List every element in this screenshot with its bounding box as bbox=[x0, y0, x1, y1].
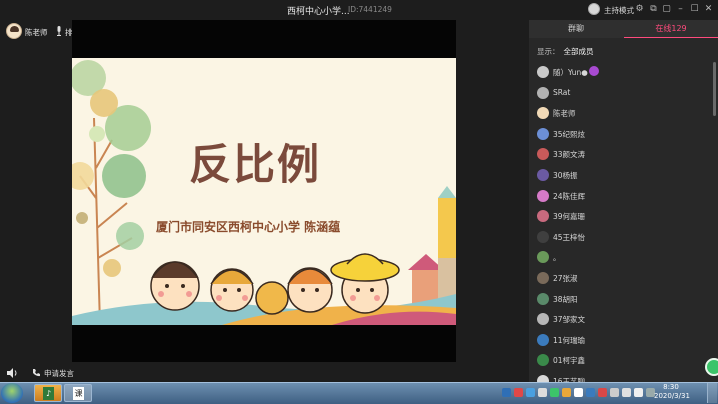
panel-tabs: 群聊 在线129 bbox=[529, 20, 718, 38]
member-name: 。 bbox=[553, 253, 561, 263]
list-item[interactable]: 11何瑞瑜 bbox=[529, 330, 710, 351]
member-name: 01柯宇鑫 bbox=[553, 356, 586, 366]
member-filter[interactable]: 显示： 全部成员 bbox=[537, 46, 594, 57]
list-item[interactable]: 随）Yun● bbox=[529, 62, 710, 83]
clock-time: 8:30 bbox=[663, 383, 679, 391]
volume-icon[interactable] bbox=[634, 388, 643, 397]
floating-assistant-icon[interactable] bbox=[705, 358, 718, 376]
list-item[interactable]: 24陈佳辉 bbox=[529, 186, 710, 207]
clock-date: 2020/3/31 bbox=[654, 392, 690, 400]
network-icon[interactable] bbox=[526, 388, 535, 397]
maximize-icon[interactable]: ☐ bbox=[689, 4, 700, 15]
avatar bbox=[537, 148, 549, 161]
list-item[interactable]: 33颜文涛 bbox=[529, 144, 710, 165]
avatar bbox=[537, 107, 549, 120]
member-name: 27张淑 bbox=[553, 273, 578, 283]
wifi-icon[interactable] bbox=[622, 388, 631, 397]
notify-icon[interactable] bbox=[574, 388, 583, 397]
list-item[interactable]: 27张淑 bbox=[529, 268, 710, 289]
slide-title: 反比例 bbox=[189, 140, 322, 189]
classroom-window: 西柯中心小学... ID:7441249 主持模式 ⚙ ⧉ ▢ – ☐ ✕ 陈老… bbox=[0, 0, 718, 387]
room-id: ID:7441249 bbox=[348, 5, 392, 14]
apply-speak-button[interactable]: 申请发言 bbox=[44, 368, 74, 379]
restore-icon[interactable]: ▢ bbox=[661, 4, 672, 15]
taskbar-app-classroom[interactable]: 课 bbox=[64, 384, 92, 402]
avatar bbox=[537, 189, 549, 202]
presentation-slide: 反比例 厦门市同安区西柯中心小学 陈涵蕴 bbox=[72, 58, 456, 325]
app-glyph: 课 bbox=[73, 387, 84, 400]
taskbar-clock[interactable]: 8:30 2020/3/31 bbox=[654, 383, 690, 401]
close-icon[interactable]: ✕ bbox=[703, 4, 714, 15]
slide-subtitle: 厦门市同安区西柯中心小学 陈涵蕴 bbox=[156, 220, 341, 234]
teacher-name: 陈老师 bbox=[25, 28, 48, 37]
avatar bbox=[537, 292, 549, 305]
show-desktop-button[interactable] bbox=[707, 383, 717, 403]
avatar bbox=[537, 168, 549, 181]
member-role-icon bbox=[589, 66, 599, 76]
avatar bbox=[537, 86, 549, 99]
antivirus-icon[interactable] bbox=[598, 388, 607, 397]
list-item[interactable]: 39何嘉珊 bbox=[529, 206, 710, 227]
taskbar-app-folder[interactable]: ♪ bbox=[34, 384, 62, 402]
member-name: 陈老师 bbox=[553, 109, 576, 119]
member-name: 24陈佳辉 bbox=[553, 191, 586, 201]
avatar bbox=[537, 230, 549, 243]
list-item[interactable]: 45王梓怡 bbox=[529, 227, 710, 248]
chat-icon[interactable] bbox=[538, 388, 547, 397]
member-name: SRat bbox=[553, 87, 571, 97]
tab-group-chat[interactable]: 群聊 bbox=[529, 20, 623, 38]
host-mode-label[interactable]: 主持模式 bbox=[604, 5, 634, 16]
help-icon[interactable] bbox=[502, 388, 511, 397]
list-item[interactable]: 37邹家文 bbox=[529, 309, 710, 330]
settings-icon[interactable]: ⚙ bbox=[634, 4, 645, 15]
avatar bbox=[537, 66, 549, 78]
list-item[interactable]: 35纪熙炫 bbox=[529, 124, 710, 145]
list-item[interactable]: 陈老师 bbox=[529, 103, 710, 124]
list-item[interactable]: SRat bbox=[529, 83, 710, 104]
security-icon[interactable] bbox=[514, 388, 523, 397]
speaker-icon[interactable] bbox=[6, 367, 18, 379]
member-name: 随）Yun● bbox=[553, 68, 588, 77]
avatar bbox=[537, 210, 549, 223]
filter-label: 显示： bbox=[537, 47, 560, 56]
filter-value[interactable]: 全部成员 bbox=[564, 47, 594, 56]
monitor-icon[interactable] bbox=[610, 388, 619, 397]
avatar bbox=[537, 333, 549, 346]
member-list-scrollbar[interactable] bbox=[713, 62, 716, 116]
avatar bbox=[537, 354, 549, 367]
teacher-avatar[interactable] bbox=[6, 23, 22, 39]
avatar bbox=[537, 313, 549, 326]
minimize-icon[interactable]: – bbox=[675, 4, 686, 15]
system-tray bbox=[502, 388, 655, 399]
ime-icon[interactable] bbox=[562, 388, 571, 397]
list-item[interactable]: 30杨振 bbox=[529, 165, 710, 186]
wechat-icon[interactable] bbox=[550, 388, 559, 397]
list-item[interactable]: 38胡阳 bbox=[529, 289, 710, 310]
list-item[interactable]: 。 bbox=[529, 247, 710, 268]
tab-online[interactable]: 在线129 bbox=[624, 20, 718, 38]
window-title: 西柯中心小学... bbox=[287, 7, 350, 17]
member-name: 45王梓怡 bbox=[553, 232, 586, 242]
phone-icon[interactable] bbox=[32, 368, 41, 377]
avatar bbox=[537, 251, 549, 264]
member-name: 39何嘉珊 bbox=[553, 212, 586, 222]
member-name: 33颜文涛 bbox=[553, 150, 586, 160]
member-name: 38胡阳 bbox=[553, 294, 578, 304]
member-name: 35纪熙炫 bbox=[553, 129, 586, 139]
popout-icon[interactable]: ⧉ bbox=[648, 4, 659, 15]
member-name: 30杨振 bbox=[553, 170, 578, 180]
bluetooth-icon[interactable] bbox=[586, 388, 595, 397]
member-name: 37邹家文 bbox=[553, 315, 586, 325]
member-panel: 群聊 在线129 显示： 全部成员 随）Yun● SRat 陈老师 35纪熙炫 33颜文涛… bbox=[529, 20, 718, 387]
member-list: 随）Yun● SRat 陈老师 35纪熙炫 33颜文涛 30杨振 24陈佳辉 39何嘉珊 45王… bbox=[529, 62, 710, 392]
avatar bbox=[537, 271, 549, 284]
start-button[interactable] bbox=[1, 383, 23, 403]
mic-icon[interactable] bbox=[56, 26, 62, 36]
member-name: 11何瑞瑜 bbox=[553, 335, 586, 345]
avatar bbox=[537, 127, 549, 140]
title-bar: 西柯中心小学... ID:7441249 主持模式 ⚙ ⧉ ▢ – ☐ ✕ bbox=[0, 0, 718, 20]
host-avatar[interactable] bbox=[588, 3, 600, 15]
list-item[interactable]: 01柯宇鑫 bbox=[529, 350, 710, 371]
